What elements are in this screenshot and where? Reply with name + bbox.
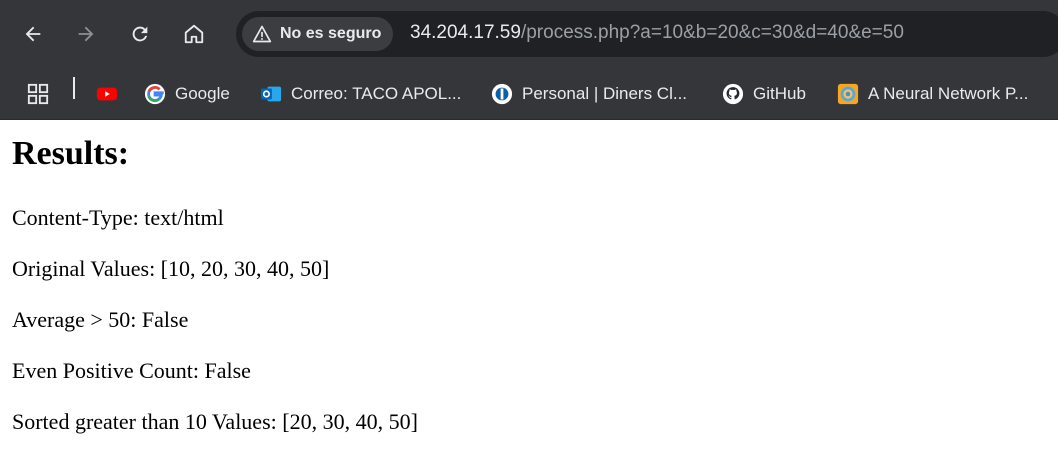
forward-button[interactable]	[66, 14, 106, 54]
bookmark-label: A Neural Network P...	[868, 84, 1029, 103]
bookmarks-bar: Google Correo: TACO APOL... Personal | D…	[0, 68, 1058, 120]
content-type-line: Content-Type: text/html	[12, 205, 224, 230]
bookmark-youtube[interactable]	[96, 78, 118, 110]
url-text[interactable]: 34.204.17.59/process.php?a=10&b=20&c=30&…	[410, 22, 904, 44]
reload-icon	[132, 26, 148, 42]
bookmark-google[interactable]: Google	[144, 78, 230, 110]
url-host: 34.204.17.59	[410, 22, 521, 43]
arrow-right-icon	[78, 26, 94, 42]
results-heading: Results:	[12, 135, 130, 172]
bookmark-label: GitHub	[753, 84, 806, 103]
reload-button[interactable]	[120, 14, 160, 54]
warning-icon	[252, 25, 272, 43]
bookmarks-separator	[73, 77, 75, 99]
original-values-line: Original Values: [10, 20, 30, 40, 50]	[12, 256, 330, 281]
youtube-icon	[96, 83, 118, 105]
bookmark-label: Correo: TACO APOL...	[291, 84, 462, 103]
google-icon	[144, 83, 166, 105]
playground-icon	[837, 83, 859, 105]
page-content: Results: Content-Type: text/html Origina…	[0, 121, 1058, 466]
bookmark-diners[interactable]: Personal | Diners Cl...	[491, 78, 687, 110]
outlook-icon	[260, 83, 282, 105]
home-button[interactable]	[174, 14, 214, 54]
apps-grid-icon	[27, 83, 49, 105]
bookmark-label: Google	[175, 84, 230, 103]
bookmark-github[interactable]: GitHub	[722, 78, 806, 110]
average-line: Average > 50: False	[12, 307, 189, 332]
back-button[interactable]	[13, 14, 53, 54]
home-icon	[184, 24, 204, 44]
apps-button[interactable]	[27, 78, 49, 110]
bookmark-neural-network[interactable]: A Neural Network P...	[837, 78, 1028, 110]
security-label: No es seguro	[280, 25, 382, 42]
browser-toolbar: No es seguro 34.204.17.59/process.php?a=…	[0, 0, 1058, 68]
url-path: /process.php?a=10&b=20&c=30&d=40&e=50	[520, 22, 904, 43]
diners-icon	[491, 83, 513, 105]
sorted-values-line: Sorted greater than 10 Values: [20, 30, …	[12, 409, 418, 434]
address-bar[interactable]: No es seguro 34.204.17.59/process.php?a=…	[236, 11, 1058, 57]
security-indicator[interactable]: No es seguro	[242, 17, 394, 51]
arrow-left-icon	[25, 26, 41, 42]
bookmark-label: Personal | Diners Cl...	[522, 84, 688, 103]
bookmark-correo[interactable]: Correo: TACO APOL...	[260, 78, 461, 110]
github-icon	[722, 83, 744, 105]
even-positive-line: Even Positive Count: False	[12, 358, 251, 383]
